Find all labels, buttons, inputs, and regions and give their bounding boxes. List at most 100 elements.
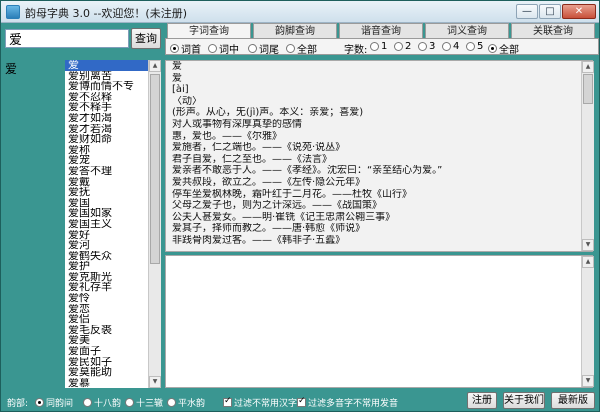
list-item[interactable]: 爱博而情不专 — [65, 81, 148, 92]
checkbox-icon — [297, 396, 306, 407]
list-item[interactable]: 爱侣 — [65, 314, 148, 325]
scroll-down-icon[interactable]: ▼ — [149, 376, 161, 388]
definition-line: 非践骨肉爱过客。——《韩非子·五蠹》 — [172, 234, 346, 246]
tab-homophone-query[interactable]: 谐音查询 — [339, 23, 423, 39]
list-item[interactable]: 爱克斯光 — [65, 272, 148, 283]
list-item[interactable]: 爱国如家 — [65, 208, 148, 219]
scroll-thumb[interactable] — [150, 74, 160, 264]
option-count-3[interactable]: 3 — [418, 41, 435, 52]
latest-version-button[interactable]: 最新版>> — [551, 392, 595, 412]
list-item[interactable]: 爱答不理 — [65, 166, 148, 177]
list-item[interactable]: 爱美 — [65, 335, 148, 346]
tab-meaning-query[interactable]: 词义查询 — [425, 23, 509, 39]
list-item[interactable]: 爱别离苦 — [65, 71, 148, 82]
option-count-5[interactable]: 5 — [466, 41, 483, 52]
bottom-bar: 韵部: 同韵间 十八韵 十三辙 平水韵 过滤不常用汉字 过滤多音字不常用发音 注… — [1, 390, 599, 412]
list-item[interactable]: 爱国 — [65, 198, 148, 209]
scroll-down-icon[interactable]: ▼ — [582, 239, 594, 251]
search-button[interactable]: 查询 — [131, 28, 161, 49]
definition-line: 父母之爱子也，则为之计深远。——《战国策》 — [172, 200, 382, 212]
tab-rhyme-query[interactable]: 韵脚查询 — [253, 23, 337, 39]
option-rhyme-same[interactable]: 同韵间 — [35, 396, 73, 409]
checkbox-icon — [223, 396, 232, 407]
search-input[interactable] — [5, 29, 129, 48]
radio-icon — [488, 44, 497, 53]
definition-scrollbar[interactable]: ▲ ▼ — [581, 61, 594, 251]
definition-line: 爱共叔段，欲立之。——《左传·隐公元年》 — [172, 176, 366, 188]
filter-rare-pron-checkbox[interactable]: 过滤多音字不常用发音 — [297, 396, 398, 409]
definition-line: 爱 — [172, 61, 182, 72]
scroll-up-icon[interactable]: ▲ — [582, 256, 594, 268]
scroll-thumb[interactable] — [583, 74, 593, 104]
definition-line: 公夫人甚爱女。——明·崔铣《记王忠肃公翱三事》 — [172, 211, 396, 223]
list-item[interactable]: 爱鹤失众 — [65, 251, 148, 262]
definition-line: 爱 — [172, 72, 182, 84]
scroll-up-icon[interactable]: ▲ — [149, 60, 161, 72]
list-item[interactable]: 爱面子 — [65, 346, 148, 357]
note-textarea[interactable] — [165, 255, 593, 388]
definition-panel[interactable]: 爱爱 [ài] 〈动〉 (形声。从心，旡(jì)声。本义：亲爱；喜爱) 对人或事物有深厚… — [165, 60, 593, 252]
list-item[interactable]: 爱莫能助 — [65, 367, 148, 378]
list-item[interactable]: 爱好 — [65, 230, 148, 241]
tab-related-query[interactable]: 关联查询 — [511, 23, 595, 39]
list-item[interactable]: 爱不释手 — [65, 102, 148, 113]
list-item[interactable]: 爱 — [65, 60, 148, 71]
list-item[interactable]: 爱恋 — [65, 304, 148, 315]
list-item[interactable]: 爱戴 — [65, 177, 148, 188]
query-tabs: 字词查询 韵脚查询 谐音查询 词义查询 关联查询 — [165, 23, 599, 40]
radio-icon — [418, 42, 427, 51]
radio-icon — [394, 42, 403, 51]
list-item[interactable]: 爱毛反裘 — [65, 325, 148, 336]
option-rhyme-pingshui[interactable]: 平水韵 — [167, 396, 205, 409]
minimize-button[interactable]: — — [516, 4, 538, 19]
option-position-end[interactable]: 词尾 — [248, 41, 279, 56]
list-item[interactable]: 爱财如命 — [65, 134, 148, 145]
radio-icon — [466, 42, 475, 51]
list-item[interactable]: 爱称 — [65, 145, 148, 156]
about-button[interactable]: 关于我们 — [503, 392, 545, 409]
maximize-button[interactable]: □ — [539, 4, 561, 19]
list-item[interactable]: 爱宠 — [65, 155, 148, 166]
definition-line: 〈动〉 — [172, 95, 202, 107]
option-count-4[interactable]: 4 — [442, 41, 459, 52]
option-count-2[interactable]: 2 — [394, 41, 411, 52]
register-button[interactable]: 注册 — [467, 392, 497, 409]
radio-icon — [170, 44, 179, 53]
option-count-all[interactable]: 全部 — [488, 41, 519, 56]
option-position-start[interactable]: 词首 — [170, 41, 201, 56]
note-scrollbar[interactable]: ▲ ▼ — [581, 256, 594, 387]
list-item[interactable]: 爱不忍释 — [65, 92, 148, 103]
list-item[interactable]: 爱国主义 — [65, 219, 148, 230]
option-position-middle[interactable]: 词中 — [208, 41, 239, 56]
option-rhyme-18[interactable]: 十八韵 — [83, 396, 121, 409]
filter-rare-chars-checkbox[interactable]: 过滤不常用汉字 — [223, 396, 297, 409]
word-list[interactable]: 爱爱别离苦 爱博而情不专 爱不忍释 爱不释手 爱才如渴 爱才若渴 爱财如命 爱称 爱宠 爱答不理爱… — [65, 60, 148, 388]
definition-line: [ài] — [172, 84, 189, 96]
search-options: 词首 词中 词尾 全部 字数: 1 2 3 4 5 全部 — [165, 38, 599, 56]
list-item[interactable]: 爱慕 — [65, 378, 148, 388]
rhyme-label: 韵部: — [7, 399, 29, 409]
list-item[interactable]: 爱才如渴 — [65, 113, 148, 124]
option-rhyme-13[interactable]: 十三辙 — [125, 396, 163, 409]
scroll-up-icon[interactable]: ▲ — [582, 61, 594, 73]
radio-icon — [286, 44, 295, 53]
list-item[interactable]: 爱护 — [65, 261, 148, 272]
app-window: 韵母字典 3.0 --欢迎您！(未注册) — □ ✕ 查询 字词查询 韵脚查询 … — [0, 0, 600, 412]
list-item[interactable]: 爱河 — [65, 240, 148, 251]
option-position-all[interactable]: 全部 — [286, 41, 317, 56]
word-list-scrollbar[interactable]: ▲ ▼ — [148, 60, 161, 388]
definition-line: 停车坐爱枫林晚，霜叶红于二月花。——杜牧《山行》 — [172, 188, 412, 200]
list-item[interactable]: 爱礼存羊 — [65, 282, 148, 293]
radio-icon — [83, 398, 92, 407]
radio-icon — [248, 44, 257, 53]
option-count-1[interactable]: 1 — [370, 41, 387, 52]
scroll-down-icon[interactable]: ▼ — [582, 375, 594, 387]
list-item[interactable]: 爱民如子 — [65, 357, 148, 368]
list-item[interactable]: 爱抚 — [65, 187, 148, 198]
radio-icon — [370, 42, 379, 51]
list-item[interactable]: 爱怜 — [65, 293, 148, 304]
close-button[interactable]: ✕ — [562, 4, 596, 19]
definition-line: 爱施者，仁之端也。——《说苑·说丛》 — [172, 142, 346, 154]
title-bar[interactable]: 韵母字典 3.0 --欢迎您！(未注册) — □ ✕ — [1, 1, 599, 23]
list-item[interactable]: 爱才若渴 — [65, 124, 148, 135]
